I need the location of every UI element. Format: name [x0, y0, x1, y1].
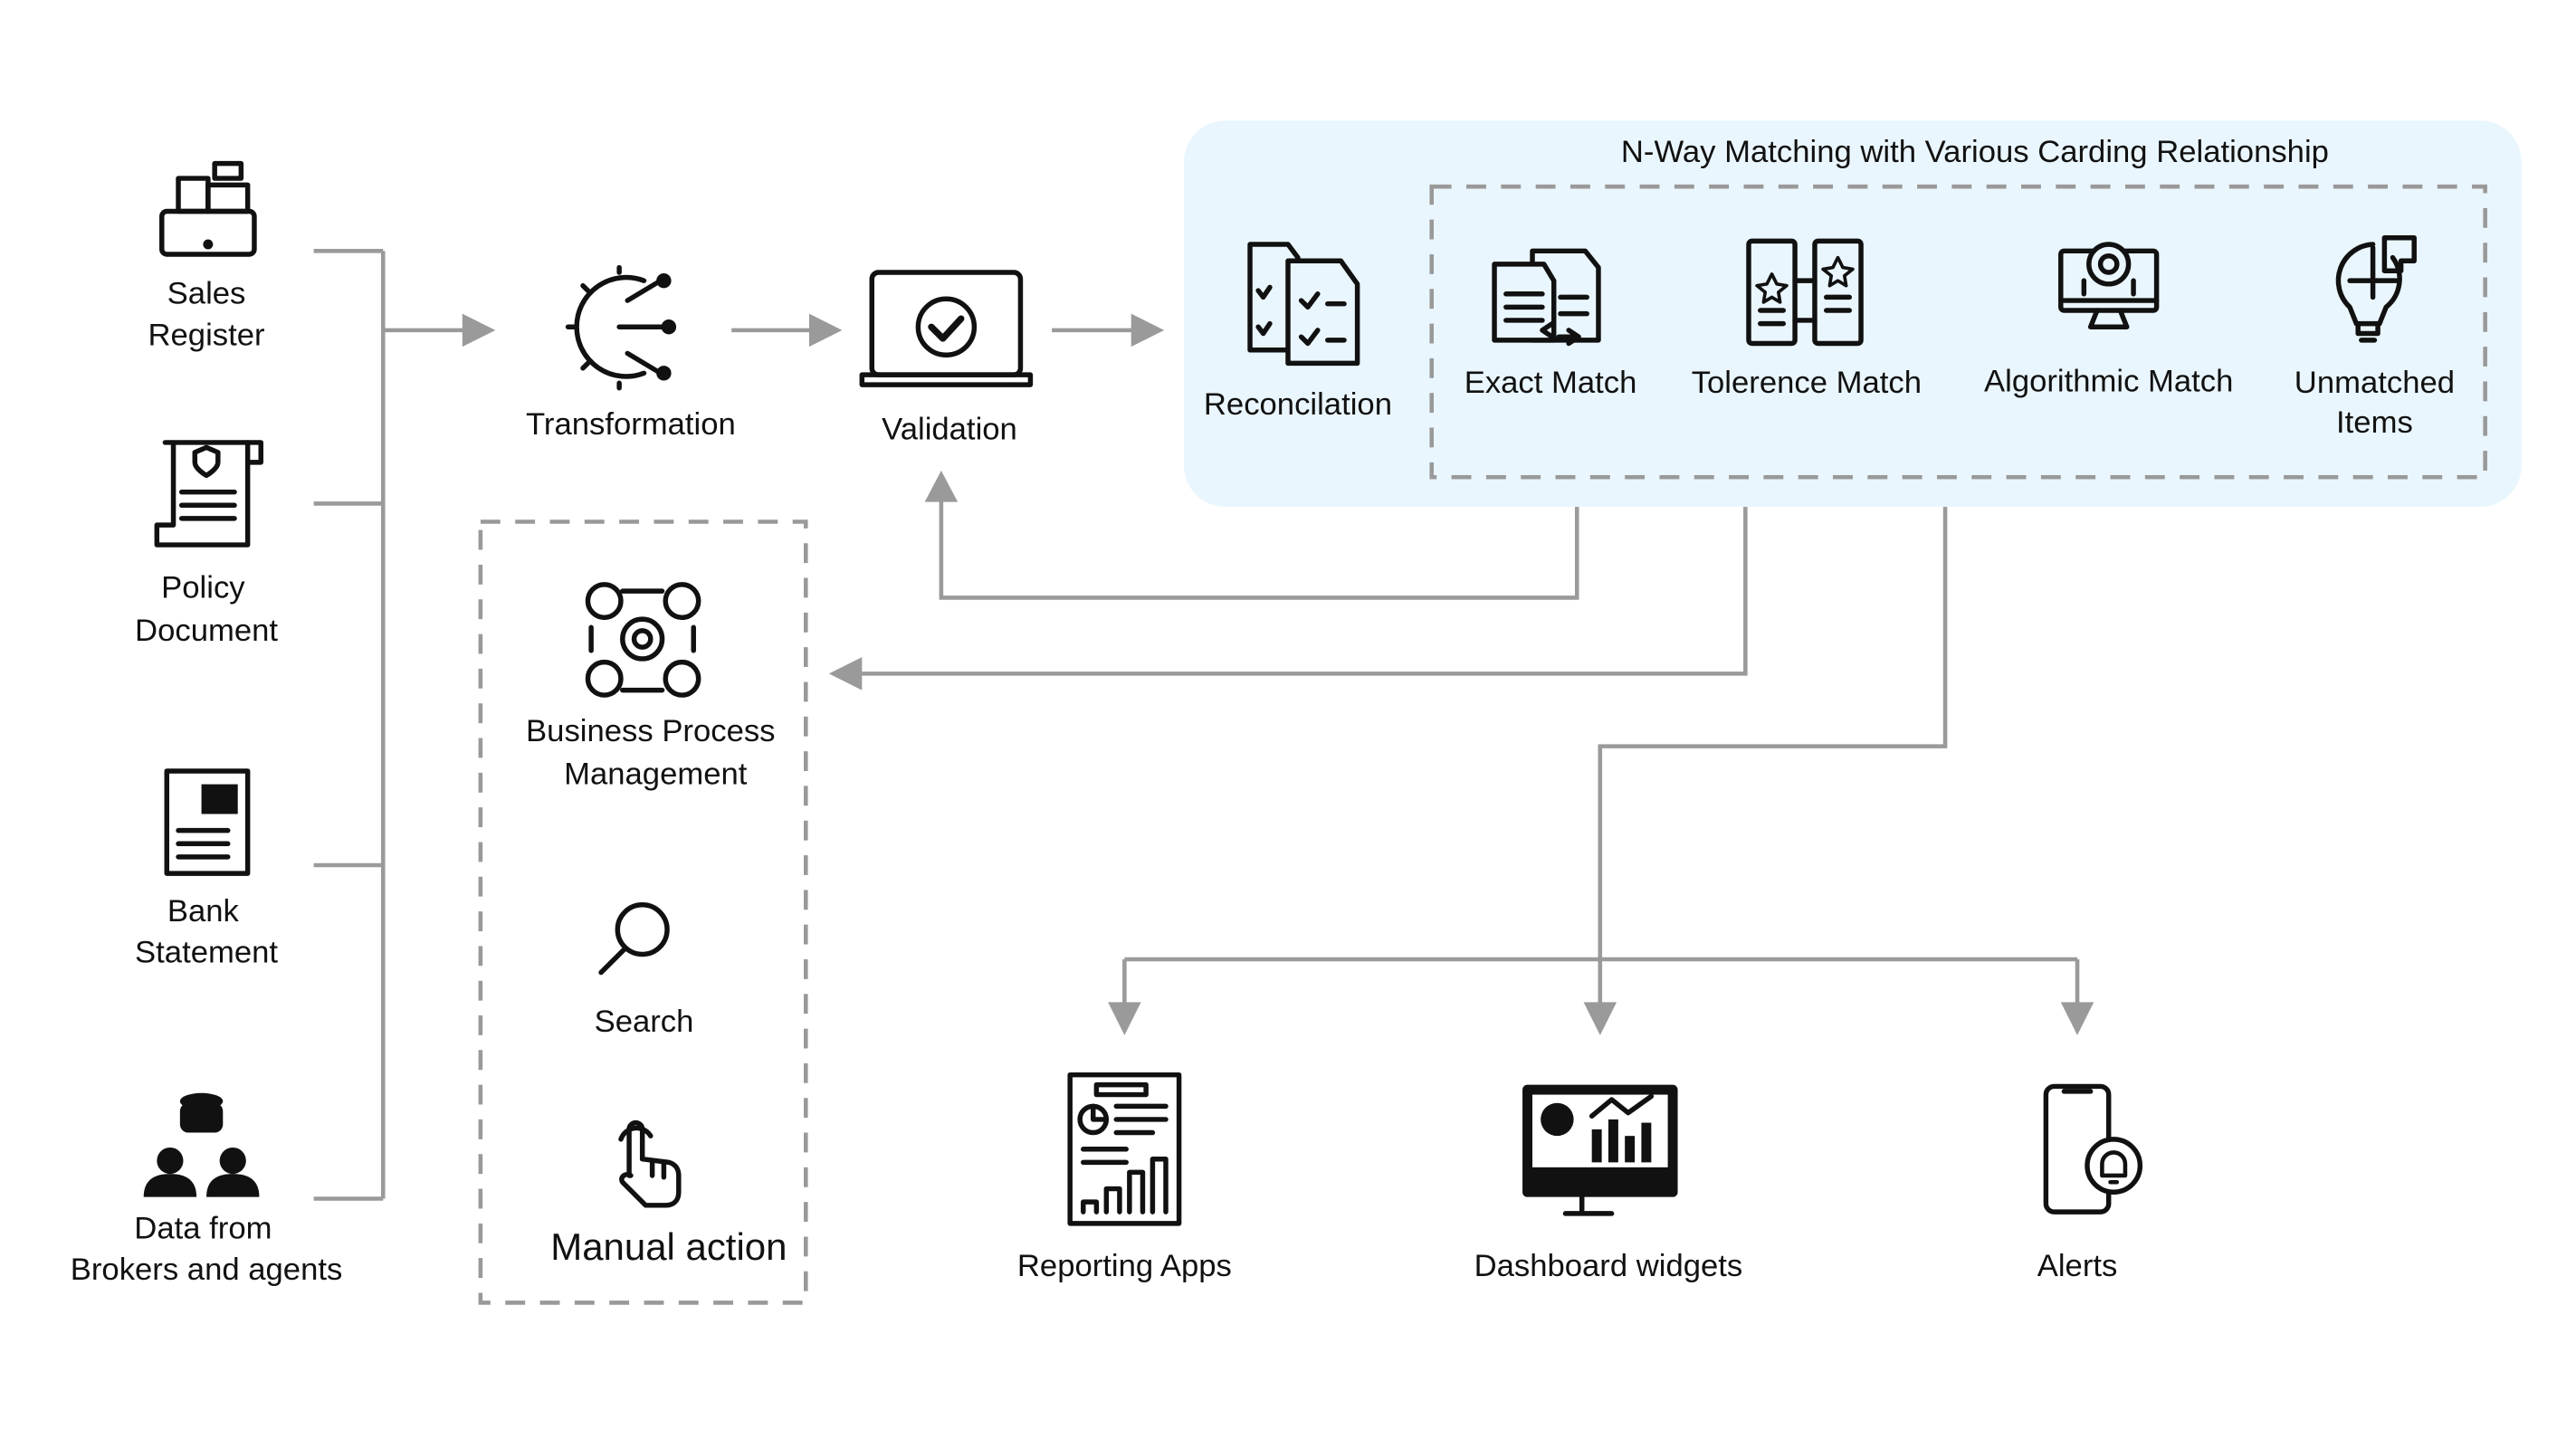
matching-panel	[1184, 120, 2522, 508]
source-label: Bank	[167, 894, 240, 929]
hand-pointer-icon	[618, 1119, 682, 1208]
source-brokers-agents: Data from Brokers and agents	[71, 1092, 343, 1287]
manual-dashed-group	[478, 519, 808, 1305]
step-validation: Validation	[859, 270, 1034, 446]
output-label: Dashboard widgets	[1474, 1249, 1743, 1283]
match-label: Items	[2336, 405, 2413, 440]
output-alerts[interactable]: Alerts	[2037, 1083, 2143, 1283]
source-sales-register: Sales Register	[148, 160, 265, 352]
source-label: Register	[148, 318, 265, 352]
manual-action-item[interactable]: Manual action	[550, 1119, 787, 1268]
reconciliation-label: Reconcilation	[1204, 387, 1392, 422]
phone-bell-icon	[2043, 1083, 2143, 1215]
match-label: Exact Match	[1465, 366, 1637, 400]
bpm-label: Business Process	[526, 714, 775, 748]
transformation-gear-icon	[565, 264, 677, 391]
search-item[interactable]: Search	[595, 902, 694, 1039]
manual-action-label: Manual action	[550, 1225, 787, 1268]
source-bank-statement: Bank Statement	[135, 768, 278, 970]
source-label: Brokers and agents	[71, 1253, 343, 1287]
source-label: Policy	[161, 570, 245, 605]
output-reporting-apps[interactable]: Reporting Apps	[1017, 1072, 1232, 1284]
step-transformation: Transformation	[526, 264, 736, 442]
transformation-label: Transformation	[526, 407, 736, 442]
reconciliation-flow-diagram: N-Way Matching with Various Carding Rela…	[71, 120, 2522, 1305]
source-label: Sales	[167, 277, 246, 311]
cash-register-icon	[159, 160, 257, 257]
search-label: Search	[595, 1005, 694, 1039]
matching-title: N-Way Matching with Various Carding Rela…	[1621, 135, 2329, 169]
business-process-icon	[585, 582, 701, 698]
match-label: Unmatched	[2295, 366, 2455, 400]
search-icon	[598, 902, 670, 976]
match-label: Tolerence Match	[1692, 366, 1922, 400]
source-label: Data from	[134, 1211, 272, 1245]
policy-document-icon	[154, 440, 263, 548]
bpm-item[interactable]: Business Process Management	[526, 582, 776, 792]
output-dashboard-widgets[interactable]: Dashboard widgets	[1474, 1084, 1743, 1284]
dashboard-monitor-icon	[1522, 1084, 1678, 1216]
database-people-icon	[143, 1092, 260, 1197]
validation-label: Validation	[882, 412, 1017, 446]
report-icon	[1067, 1072, 1182, 1226]
source-policy-document: Policy Document	[135, 440, 278, 648]
source-label: Statement	[135, 936, 278, 970]
feedback-connectors	[828, 470, 2094, 1035]
output-label: Alerts	[2037, 1249, 2118, 1283]
output-label: Reporting Apps	[1017, 1249, 1232, 1283]
bpm-label: Management	[564, 757, 748, 792]
match-label: Algorithmic Match	[1984, 364, 2233, 398]
laptop-check-icon	[859, 270, 1034, 387]
bank-statement-icon	[164, 768, 251, 876]
source-label: Document	[135, 614, 278, 648]
